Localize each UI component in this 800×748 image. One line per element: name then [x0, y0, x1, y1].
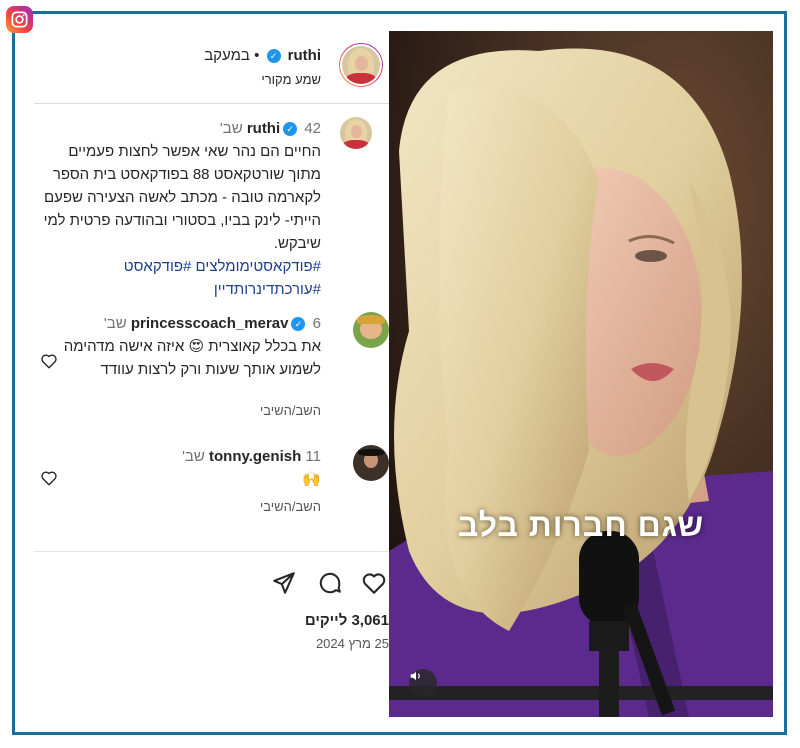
- avatar: [340, 44, 382, 86]
- heart-icon[interactable]: [361, 570, 387, 601]
- avatar[interactable]: [353, 445, 389, 481]
- author-username[interactable]: ruthi: [288, 47, 321, 64]
- comment-emoji: 😍: [188, 338, 205, 355]
- separator-dot: •: [254, 47, 260, 64]
- comment-icon[interactable]: [317, 570, 343, 601]
- comment-body: princesscoach_merav ✓ 6 שב' את בכלל קאוצר…: [61, 312, 321, 381]
- post-header: ruthi ✓ • במעקב שמע מקורי: [34, 31, 389, 104]
- post-actions: 3,061 לייקים 25 מרץ 2024: [34, 551, 389, 718]
- verified-badge-icon: ✓: [266, 49, 281, 64]
- comment-item: princesscoach_merav ✓ 6 שב' את בכלל קאוצר…: [34, 312, 389, 422]
- video-frame-illustration: [389, 31, 773, 717]
- avatar[interactable]: [340, 117, 372, 149]
- video-caption-overlay: שגם חברות בלב: [457, 507, 705, 543]
- reel-video[interactable]: שגם חברות בלב: [389, 31, 773, 717]
- hashtag-line[interactable]: #פודקאסטימומלצים #פודקאסט: [124, 258, 321, 275]
- comment-text: את בכלל קאוצרית: [208, 338, 321, 355]
- comment-username[interactable]: princesscoach_merav: [131, 315, 289, 332]
- comment-text: 🙌: [302, 471, 321, 488]
- speaker-icon[interactable]: [409, 669, 437, 697]
- header-title: ruthi ✓ • במעקב: [204, 47, 321, 64]
- follow-status[interactable]: במעקב: [204, 47, 250, 64]
- reply-button[interactable]: השב/השיבי: [260, 403, 321, 418]
- send-icon[interactable]: [271, 570, 297, 601]
- hashtag-line[interactable]: #עורכתדינרותדיין: [214, 281, 321, 298]
- post-panel: ruthi ✓ • במעקב שמע מקורי ruthi ✓ 42 שב' …: [34, 31, 389, 717]
- caption-text-block: ruthi ✓ 42 שב' החיים הם נהר שאי אפשר לחצו…: [36, 117, 321, 301]
- verified-badge-icon: ✓: [291, 317, 306, 332]
- comment-like-heart-icon[interactable]: [40, 469, 58, 492]
- action-icons-row: [259, 570, 389, 600]
- post-date: 25 מרץ 2024: [315, 636, 389, 651]
- instagram-icon: [6, 6, 33, 33]
- author-avatar-ring[interactable]: [339, 43, 383, 87]
- likes-count[interactable]: 3,061 לייקים: [305, 612, 389, 629]
- comment-item: tonny.genish 11 שב' 🙌 השב/השיבי: [34, 445, 389, 525]
- verified-badge-icon: ✓: [283, 122, 298, 137]
- audio-label[interactable]: שמע מקורי: [261, 72, 321, 87]
- caption-username[interactable]: ruthi: [247, 120, 280, 137]
- avatar[interactable]: [353, 312, 389, 348]
- comment-username[interactable]: tonny.genish: [209, 448, 301, 465]
- comment-body: tonny.genish 11 שב' 🙌: [61, 445, 321, 491]
- comment-like-heart-icon[interactable]: [40, 352, 58, 375]
- caption-text: החיים הם נהר שאי אפשר לחצות פעמיים מתוך …: [43, 143, 321, 252]
- reply-button[interactable]: השב/השיבי: [260, 499, 321, 514]
